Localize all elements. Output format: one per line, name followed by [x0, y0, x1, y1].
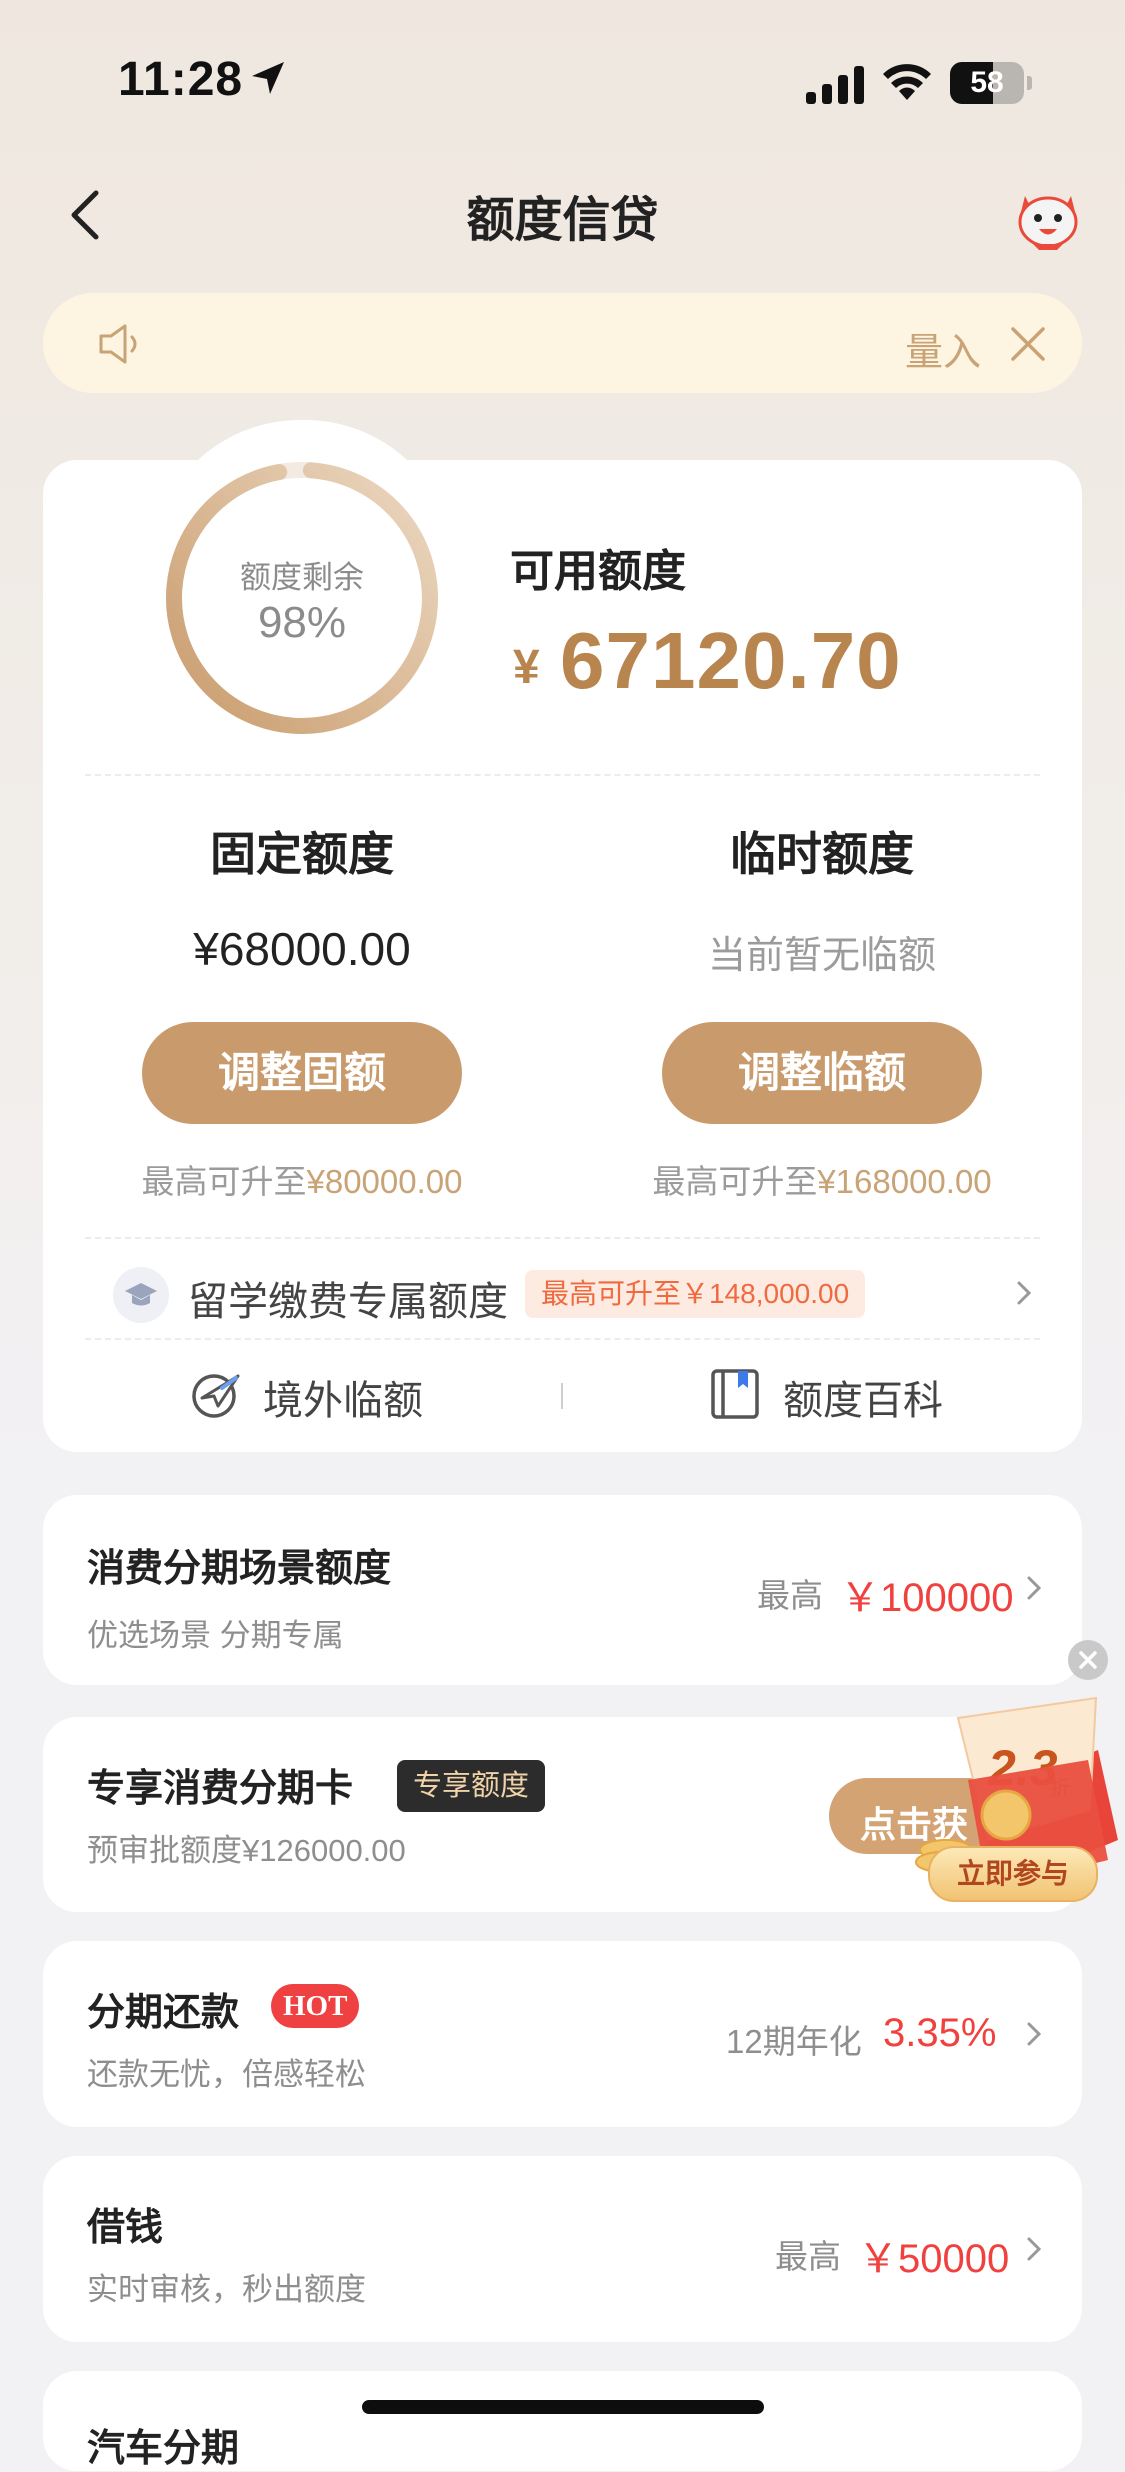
fixed-quota-value: ¥68000.00 [193, 923, 411, 975]
page-title: 额度信贷 [466, 194, 659, 247]
hot-badge: HOT [271, 1984, 360, 2028]
battery-indicator: 58 [950, 62, 1032, 104]
quota-wiki-label: 额度百科 [783, 1379, 943, 1423]
fixed-note-prefix: 最高可升至 [141, 1163, 307, 1200]
temp-quota-title: 临时额度 [730, 828, 914, 880]
borrow-max-label: 最高 [775, 2238, 841, 2275]
installment-scene-max-label: 最高 [757, 1577, 823, 1614]
overseas-temp-quota-link[interactable]: 境外临额 [188, 1356, 448, 1436]
close-icon[interactable] [1007, 323, 1049, 365]
exclusive-quota-tag: 专享额度 [397, 1760, 546, 1812]
speaker-icon [99, 324, 137, 364]
available-label: 可用额度 [510, 547, 686, 596]
installment-scene-title: 消费分期场景额度 [87, 1548, 392, 1590]
car-installment-card[interactable]: 汽车分期 [43, 2371, 1082, 2471]
installment-scene-max-value: ￥100000 [840, 1576, 1014, 1620]
temp-note-value: ¥168000.00 [817, 1163, 992, 1200]
exclusive-installment-title: 专享消费分期卡 [87, 1768, 354, 1810]
adjust-temp-button[interactable]: 调整临额 [662, 1022, 982, 1124]
temp-quota-value: 当前暂无临额 [707, 935, 936, 977]
installment-scene-card[interactable]: 消费分期场景额度 优选场景 分期专属 最高 ￥100000 [43, 1495, 1082, 1685]
installment-repayment-card[interactable]: 分期还款 HOT 还款无忧，倍感轻松 12期年化 3.35% [43, 1941, 1082, 2127]
fixed-quota-note: 最高可升至¥80000.00 [42, 1155, 562, 1203]
installment-scene-subtitle: 优选场景 分期专属 [87, 1618, 344, 1653]
installment-repayment-title: 分期还款 [87, 1992, 240, 2034]
temp-quota-note: 最高可升至¥168000.00 [562, 1155, 1082, 1203]
mascot-assistant-icon[interactable] [1013, 182, 1083, 252]
tool-separator [561, 1383, 563, 1409]
overseas-temp-quota-label: 境外临额 [263, 1379, 423, 1423]
quota-wiki-link[interactable]: 额度百科 [708, 1356, 968, 1436]
cellular-signal-icon [806, 66, 864, 104]
chevron-right-icon [1017, 1281, 1032, 1305]
battery-percent: 58 [970, 66, 1004, 99]
available-currency: ¥ [513, 641, 540, 694]
graduation-cap-icon [113, 1267, 169, 1323]
location-arrow-icon [252, 62, 284, 94]
home-indicator [362, 2400, 764, 2414]
status-bar: 11:28 58 [0, 0, 1125, 150]
borrow-card[interactable]: 借钱 实时审核，秒出额度 最高 ￥50000 [43, 2156, 1082, 2342]
adjust-fixed-button[interactable]: 调整固额 [142, 1022, 462, 1124]
exclusive-installment-subtitle: 预审批额度¥126000.00 [87, 1833, 406, 1868]
annual-rate-label: 12期年化 [726, 2023, 862, 2060]
chevron-right-icon [1027, 1576, 1042, 1600]
chevron-right-icon [1027, 2237, 1042, 2261]
borrow-max-value: ￥50000 [858, 2237, 1010, 2281]
book-icon [711, 1369, 759, 1419]
divider [85, 774, 1040, 776]
close-icon[interactable] [1068, 1640, 1108, 1680]
borrow-title: 借钱 [87, 2207, 164, 2249]
fixed-note-value: ¥80000.00 [306, 1163, 463, 1200]
divider [85, 1338, 1040, 1340]
study-abroad-row[interactable]: 留学缴费专属额度 最高可升至￥148,000.00 [43, 1238, 1082, 1348]
car-installment-title: 汽车分期 [87, 2428, 240, 2470]
borrow-subtitle: 实时审核，秒出额度 [87, 2272, 366, 2307]
status-time: 11:28 [118, 53, 244, 106]
promo-join-button[interactable]: 立即参与 [928, 1846, 1098, 1902]
installment-repayment-subtitle: 还款无忧，倍感轻松 [87, 2057, 366, 2092]
chevron-right-icon [1027, 2022, 1042, 2046]
available-amount: 67120.70 [560, 616, 902, 705]
plane-icon [192, 1374, 240, 1418]
annual-rate-value: 3.35% [883, 2011, 997, 2055]
study-abroad-label: 留学缴费专属额度 [188, 1280, 508, 1324]
ring-label: 额度剩余 [240, 560, 364, 595]
notice-bar[interactable]: 量入 [43, 293, 1082, 393]
temp-note-prefix: 最高可升至 [652, 1163, 818, 1200]
study-abroad-tag: 最高可升至￥148,000.00 [525, 1270, 866, 1318]
fixed-quota-title: 固定额度 [210, 828, 394, 880]
ring-value: 98% [257, 598, 347, 647]
wifi-icon [883, 64, 931, 100]
notice-text: 量入 [905, 332, 982, 374]
